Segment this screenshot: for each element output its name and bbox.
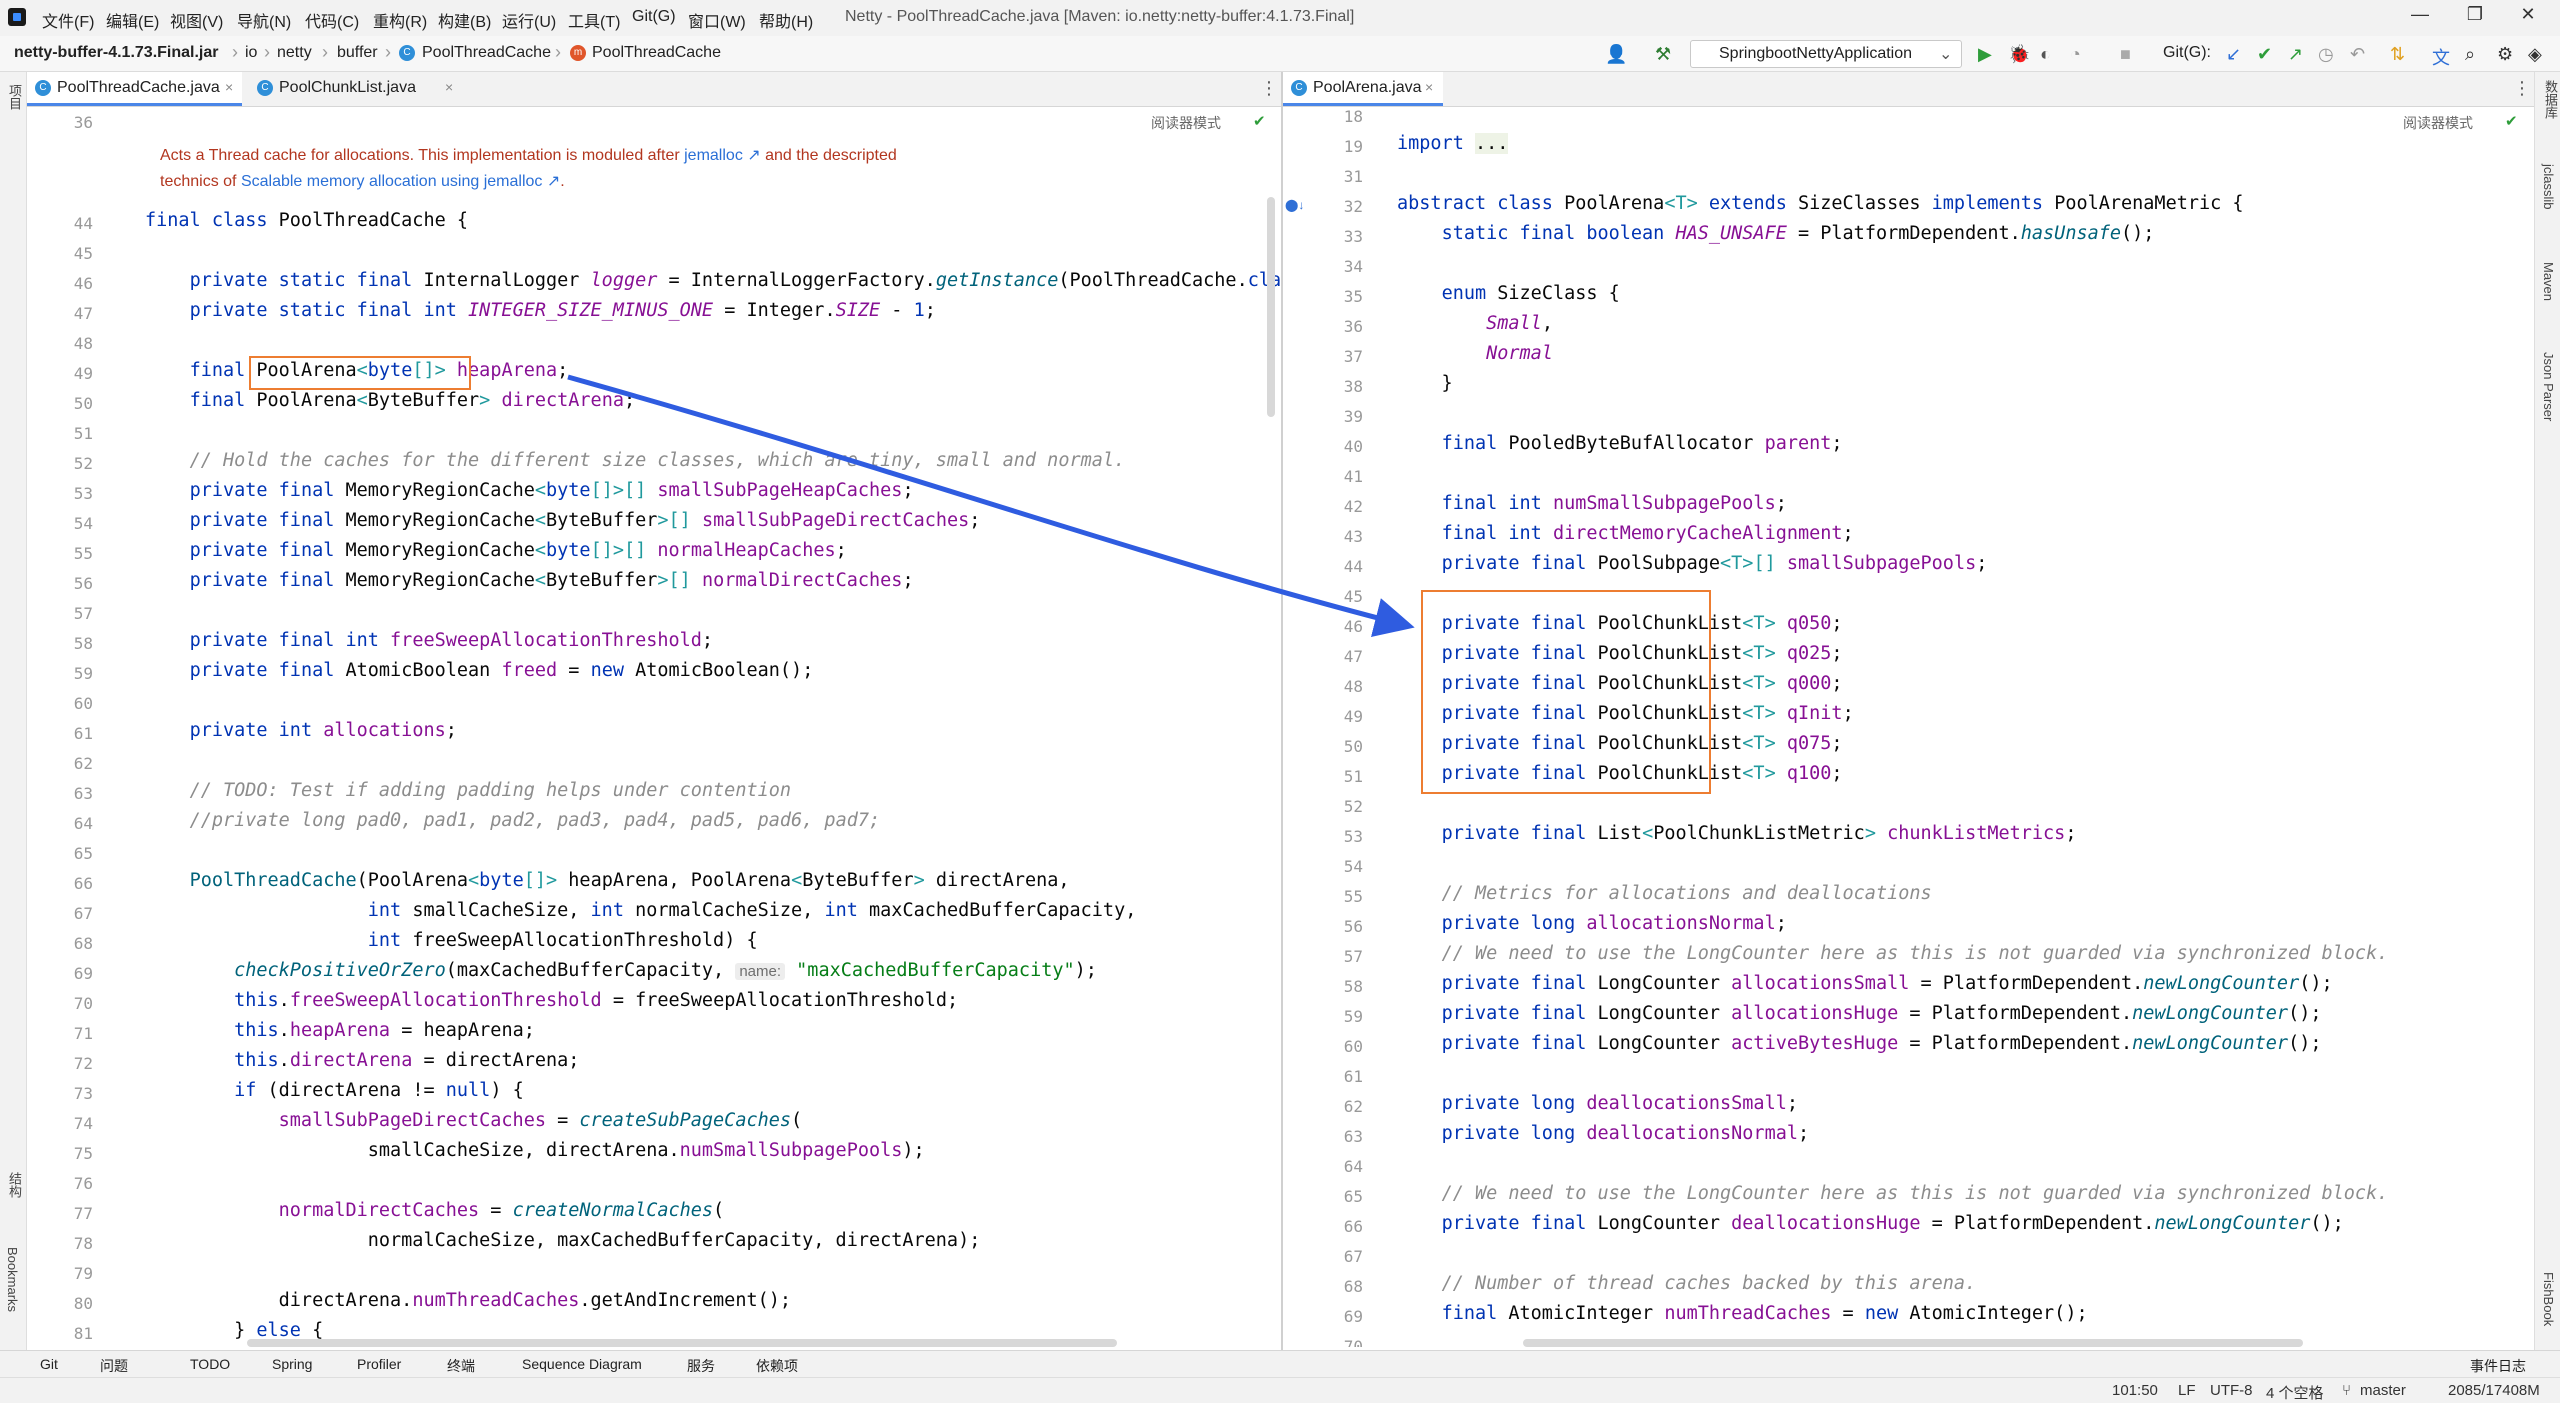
problems-tool-button[interactable]: 问题 (100, 1356, 128, 1376)
dependencies-tool-button[interactable]: 依赖项 (756, 1356, 798, 1376)
terminal-tool-button[interactable]: 终端 (447, 1356, 475, 1376)
todo-tool-button[interactable]: TODO (190, 1356, 230, 1372)
git-tool-button[interactable]: Git (40, 1356, 58, 1372)
status-bar: 101:50 LF UTF-8 4 个空格 ⑂ master 2085/1740… (0, 1377, 2560, 1403)
sequence-diagram-tool-button[interactable]: Sequence Diagram (522, 1356, 642, 1372)
file-encoding[interactable]: UTF-8 (2210, 1382, 2253, 1399)
branch-icon: ⑂ (2342, 1382, 2352, 1399)
spring-tool-button[interactable]: Spring (272, 1356, 312, 1372)
services-tool-button[interactable]: 服务 (687, 1356, 715, 1376)
profiler-tool-button[interactable]: Profiler (357, 1356, 401, 1372)
event-log-tool-button[interactable]: 事件日志 (2470, 1356, 2526, 1376)
git-branch[interactable]: master (2360, 1382, 2406, 1399)
cursor-position[interactable]: 101:50 (2112, 1382, 2158, 1399)
indent-setting[interactable]: 4 个空格 (2266, 1382, 2324, 1403)
line-separator[interactable]: LF (2178, 1382, 2196, 1399)
memory-indicator[interactable]: 2085/17408M (2448, 1382, 2540, 1399)
annotation-arrow (567, 374, 1415, 637)
tool-windows-bar: Git 问题 TODO Spring Profiler 终端 Sequence … (0, 1350, 2560, 1378)
